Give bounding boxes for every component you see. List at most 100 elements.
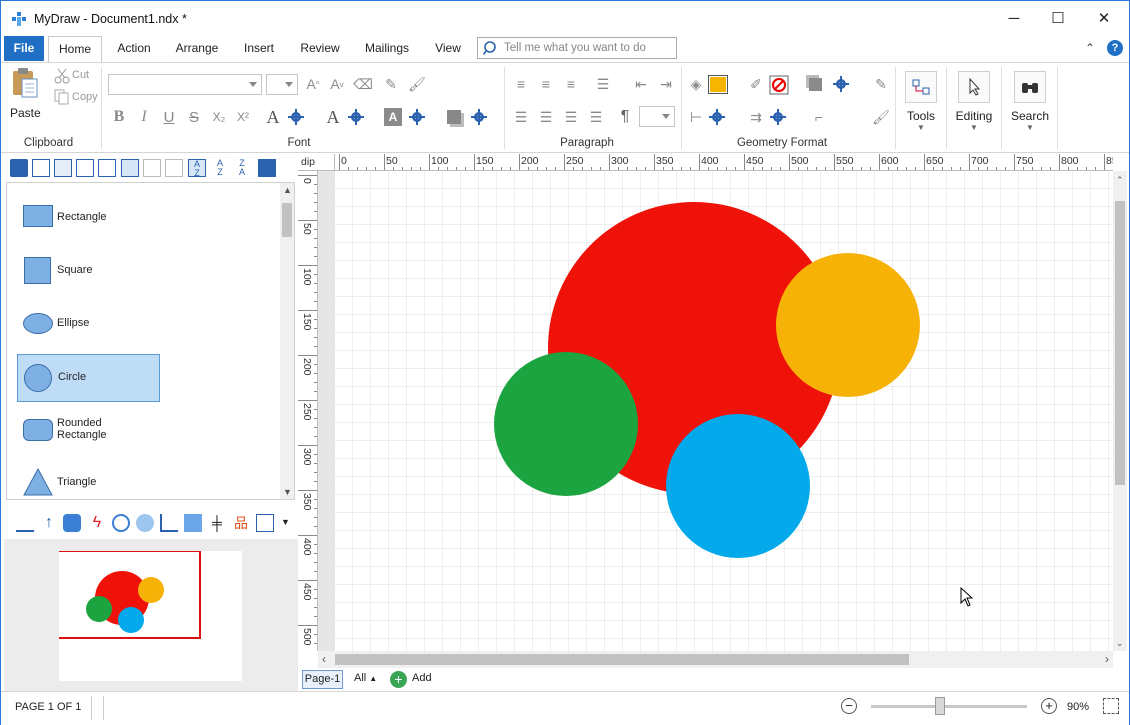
- tab-review[interactable]: Review: [294, 36, 346, 62]
- library-book-icon[interactable]: [258, 159, 276, 177]
- bold-button[interactable]: B: [109, 107, 129, 127]
- scroll-thumb[interactable]: [282, 203, 292, 237]
- shape-item-triangle[interactable]: Triangle: [17, 460, 160, 499]
- clear-format-icon[interactable]: ⌫: [353, 74, 373, 94]
- zoom-slider-track[interactable]: [871, 705, 1027, 708]
- format-painter-icon[interactable]: 🖌: [407, 74, 427, 94]
- shape-item-rectangle[interactable]: Rectangle: [17, 195, 160, 243]
- sort-az-icon[interactable]: AZ: [188, 159, 206, 178]
- no-line-icon[interactable]: [769, 75, 789, 95]
- tools-button[interactable]: Tools ▼: [900, 69, 942, 139]
- new-library-icon[interactable]: [32, 159, 50, 177]
- gear-icon[interactable]: [408, 108, 426, 126]
- tab-view[interactable]: View: [429, 36, 467, 62]
- font-highlight-button[interactable]: A: [323, 107, 343, 127]
- scroll-left-icon[interactable]: ‹: [322, 652, 326, 666]
- pointer-up-icon[interactable]: ↑: [40, 514, 58, 532]
- shape-item-square[interactable]: Square: [17, 248, 160, 296]
- align-center-icon[interactable]: ☰: [536, 107, 556, 127]
- pilcrow-icon[interactable]: ¶: [615, 107, 635, 127]
- card-icon[interactable]: [256, 514, 274, 532]
- strikethrough-button[interactable]: S: [184, 107, 204, 127]
- minimize-button[interactable]: ─: [991, 1, 1037, 36]
- page-tab-page-1[interactable]: Page-1: [302, 670, 343, 689]
- align-top-icon[interactable]: ≡: [511, 74, 531, 94]
- scroll-up-icon[interactable]: ⌃: [1116, 175, 1124, 186]
- corner-icon[interactable]: ⌐: [809, 107, 829, 127]
- zoom-in-icon[interactable]: +: [1041, 698, 1057, 714]
- sort-descending-icon[interactable]: ZA: [233, 159, 251, 177]
- justify-icon[interactable]: ☰: [586, 107, 606, 127]
- geometry-eyedropper-icon[interactable]: ✎: [871, 74, 891, 94]
- align-bottom-icon[interactable]: ≡: [561, 74, 581, 94]
- shape-item-circle[interactable]: Circle: [17, 354, 160, 402]
- canvas-vertical-scrollbar[interactable]: ⌃ ⌄: [1113, 171, 1127, 651]
- callout-icon[interactable]: [136, 514, 154, 532]
- line-begin-icon[interactable]: ⊢: [686, 107, 706, 127]
- scroll-right-icon[interactable]: ›: [1105, 652, 1109, 666]
- paste-button[interactable]: Paste: [10, 67, 44, 120]
- gear-icon[interactable]: [287, 108, 305, 126]
- rotate-icon[interactable]: [112, 514, 130, 532]
- align-right-icon[interactable]: ☰: [561, 107, 581, 127]
- line-end-icon[interactable]: ⇉: [746, 107, 766, 127]
- shadow-icon[interactable]: [447, 110, 461, 124]
- text-background-icon[interactable]: A: [384, 108, 402, 126]
- font-family-combo[interactable]: [108, 74, 262, 95]
- zoom-slider-thumb[interactable]: [935, 697, 945, 715]
- gear-icon[interactable]: [832, 75, 850, 93]
- lightning-icon[interactable]: ϟ: [88, 514, 106, 532]
- tab-action[interactable]: Action: [110, 36, 158, 62]
- line-brush-icon[interactable]: ✐: [746, 74, 766, 94]
- save-icon[interactable]: [76, 159, 94, 177]
- map-icon[interactable]: [184, 514, 202, 532]
- zoom-out-icon[interactable]: −: [841, 698, 857, 714]
- shrink-font-icon[interactable]: Av: [327, 74, 347, 94]
- edit-icon[interactable]: [16, 514, 34, 532]
- spacing-combo[interactable]: [639, 106, 675, 127]
- connector-icon[interactable]: [160, 514, 178, 532]
- subscript-button[interactable]: X₂: [209, 107, 229, 127]
- tab-mailings[interactable]: Mailings: [359, 36, 415, 62]
- all-pages-dropdown[interactable]: All ▲: [354, 672, 377, 684]
- drawing-canvas[interactable]: [335, 171, 1113, 651]
- increase-indent-icon[interactable]: ⇥: [656, 74, 676, 94]
- file-tab[interactable]: File: [4, 36, 44, 61]
- close-library-icon[interactable]: [98, 159, 116, 177]
- org-chart-icon[interactable]: 品: [232, 514, 250, 532]
- maximize-button[interactable]: ☐: [1035, 1, 1081, 36]
- gear-icon[interactable]: [470, 108, 488, 126]
- bullet-list-icon[interactable]: ☰: [593, 74, 613, 94]
- editing-button[interactable]: Editing ▼: [953, 69, 995, 139]
- geometry-painter-icon[interactable]: 🖌: [871, 107, 891, 127]
- more-tools-icon[interactable]: ▼: [281, 517, 290, 527]
- scroll-down-icon[interactable]: ▼: [283, 487, 292, 497]
- tab-home[interactable]: Home: [48, 36, 102, 63]
- connect-tool-icon[interactable]: [63, 514, 81, 532]
- font-size-combo[interactable]: [266, 74, 298, 95]
- font-color-button[interactable]: A: [263, 107, 283, 127]
- vertical-scroll-thumb[interactable]: [1115, 201, 1125, 485]
- align-left-icon[interactable]: ☰: [511, 107, 531, 127]
- canvas-horizontal-scrollbar[interactable]: ‹ ›: [318, 651, 1113, 668]
- small-icons-icon[interactable]: [165, 159, 183, 177]
- shape-shadow-icon[interactable]: [809, 78, 822, 91]
- save-library-icon[interactable]: [10, 159, 28, 177]
- tell-me-search[interactable]: Tell me what you want to do: [477, 37, 677, 59]
- large-icons-icon[interactable]: [121, 159, 139, 177]
- close-button[interactable]: ✕: [1081, 1, 1127, 36]
- scroll-up-icon[interactable]: ▲: [283, 185, 292, 195]
- orange-circle[interactable]: [776, 253, 920, 397]
- copy-icon[interactable]: [54, 89, 70, 105]
- horizontal-scroll-thumb[interactable]: [335, 654, 909, 665]
- help-icon[interactable]: ?: [1107, 40, 1123, 56]
- align-middle-icon[interactable]: ≡: [536, 74, 556, 94]
- italic-button[interactable]: I: [134, 107, 154, 127]
- split-icon[interactable]: ╪: [208, 514, 226, 532]
- gear-icon[interactable]: [708, 108, 726, 126]
- paint-bucket-icon[interactable]: ◈: [686, 74, 706, 94]
- open-library-icon[interactable]: [54, 159, 72, 177]
- tab-arrange[interactable]: Arrange: [171, 36, 223, 62]
- sort-ascending-icon[interactable]: AZ: [211, 159, 229, 177]
- add-page-icon[interactable]: +: [390, 671, 407, 688]
